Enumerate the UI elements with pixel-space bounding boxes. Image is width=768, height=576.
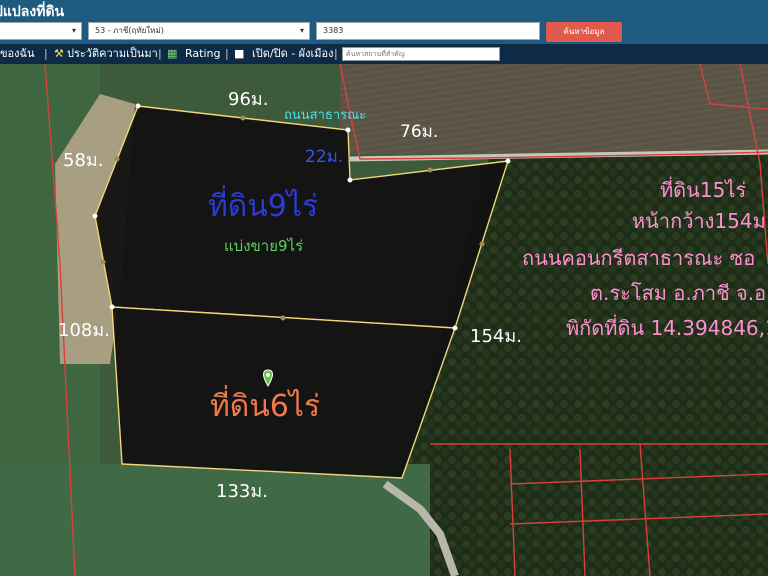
info-line-2: หน้ากว้าง154ม: [632, 209, 766, 233]
bottom-width-label: 133ม.: [216, 481, 268, 502]
chevron-down-icon: ▾: [299, 26, 304, 35]
satellite-map[interactable]: 96ม. ถนนสาธารณะ 76ม. 58ม. 22ม. ที่ดิน9ไร…: [0, 64, 768, 576]
subdistrict-select-value: 53 - ภาชี(ฤทัยใหม่): [95, 26, 164, 35]
lower-green-field: [0, 464, 430, 576]
info-line-1: ที่ดิน15ไร่: [660, 176, 746, 202]
province-select[interactable]: ▾: [0, 22, 82, 40]
toolbar-divider: |: [44, 47, 48, 60]
search-button[interactable]: ค้นหาข้อมูล: [546, 22, 622, 42]
map-toolbar: ของฉัน | ⚒ ประวัติความเป็นมา | ▦ Rating …: [0, 44, 768, 64]
history-icon: ⚒: [54, 47, 64, 60]
history-link[interactable]: ประวัติความเป็นมา: [67, 46, 158, 62]
parcel-9-label: ที่ดิน9ไร่: [208, 185, 318, 224]
split-sale-label: แบ่งขาย9ไร่: [224, 237, 303, 255]
subdistrict-select[interactable]: 53 - ภาชี(ฤทัยใหม่) ▾: [88, 22, 310, 40]
top-header: ปแปลงที่ดิน ▾ 53 - ภาชี(ฤทัยใหม่) ▾ 3383…: [0, 0, 768, 44]
notch-label: 22ม.: [305, 147, 343, 167]
rating-chart-icon: ▦: [167, 47, 178, 60]
parcel-6-label: ที่ดิน6ไร่: [210, 385, 320, 424]
toolbar-divider: |: [225, 47, 229, 60]
road-label: ถนนสาธารณะ: [284, 108, 366, 123]
landmark-search-input[interactable]: [342, 47, 500, 61]
info-line-5: พิกัดที่ดิน 14.394846,10: [566, 314, 768, 340]
right-mid-label: 154ม.: [470, 326, 522, 347]
info-line-3: ถนนคอนกรีตสาธารณะ ซอ: [522, 246, 755, 270]
chevron-down-icon: ▾: [71, 26, 76, 35]
page-title: ปแปลงที่ดิน: [0, 4, 65, 20]
zoning-toggle-label[interactable]: เปิด/ปิด - ผังเมือง: [252, 46, 334, 62]
parcel-number-input[interactable]: 3383: [316, 22, 540, 40]
top-width-label: 96ม.: [228, 89, 269, 110]
toolbar-divider: |: [158, 47, 162, 60]
toolbar-divider: |: [334, 47, 338, 60]
road-right-label: 76ม.: [400, 122, 438, 142]
left-bottom-label: 108ม.: [58, 320, 110, 341]
rating-link[interactable]: Rating: [185, 46, 220, 62]
zoning-checkbox[interactable]: ■: [234, 46, 244, 62]
info-line-4: ต.ระโสม อ.ภาชี จ.อ: [590, 281, 766, 305]
left-top-label: 58ม.: [63, 150, 104, 171]
my-item-link[interactable]: ของฉัน: [0, 46, 35, 62]
